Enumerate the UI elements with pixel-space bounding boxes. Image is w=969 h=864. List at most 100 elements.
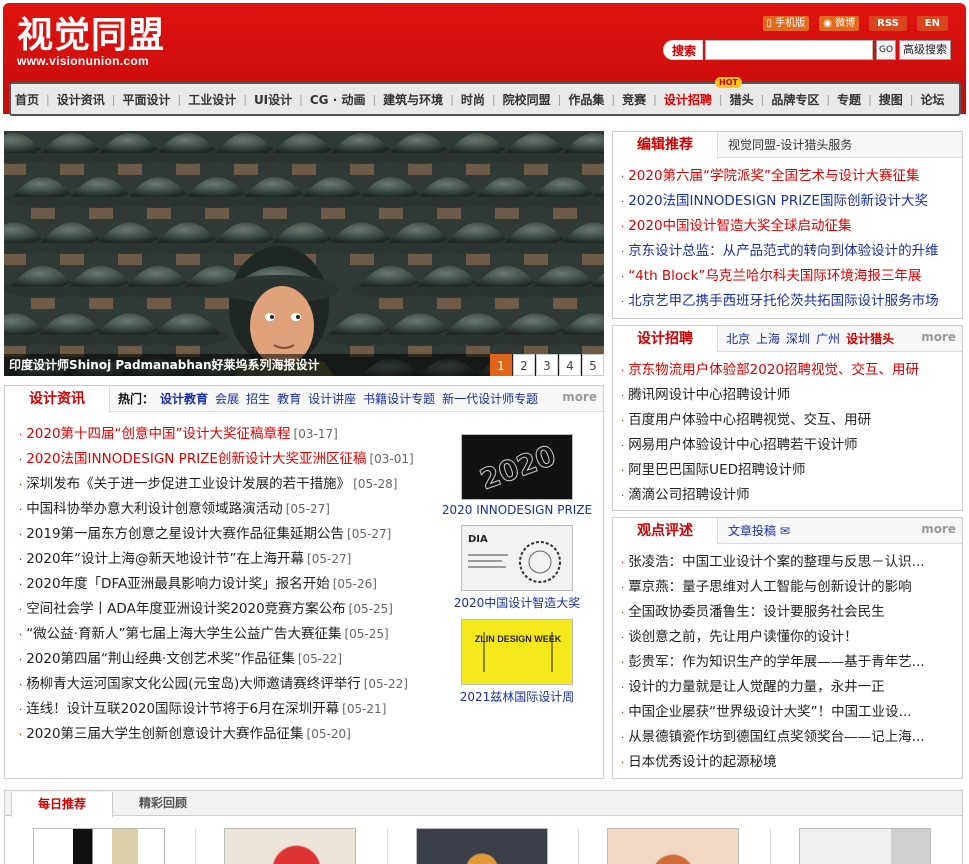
list-item[interactable]: · 2019第一届东方创意之星设计大赛作品征集延期公告 [05-27] <box>19 522 439 547</box>
list-item[interactable]: · 中国企业屡获“世界级设计大奖”！中国工业设... <box>621 700 962 725</box>
jobs-title[interactable]: 设计招聘 <box>613 326 718 353</box>
slider-page-button[interactable]: 1 <box>490 354 512 376</box>
list-item[interactable]: · 2020年“设计上海@新天地设计节”在上海开幕 [05-27] <box>19 547 439 572</box>
thumb-caption[interactable]: 2021兹林国际设计周 <box>435 688 599 705</box>
list-item-title[interactable]: “微公益·育新人”第七届上海大学生公益广告大赛征集 <box>26 626 341 642</box>
list-item-title[interactable]: 2020第十四届“创意中国”设计大奖征稿章程 <box>26 426 290 442</box>
list-item-title[interactable]: 设计的力量就是让人觉醒的力量，永井一正 <box>628 679 885 695</box>
nav-item[interactable]: 专题 <box>837 91 861 108</box>
list-item-title[interactable]: 百度用户体验中心招聘视觉、交互、用研 <box>628 412 871 428</box>
list-item-title[interactable]: 深圳发布《关于进一步促进工业设计发展的若干措施》 <box>26 476 350 492</box>
city-link[interactable]: 上海 <box>756 332 780 346</box>
list-item[interactable]: · 杨柳青大运河国家文化公园(元宝岛)大师邀请赛终评举行 [05-22] <box>19 672 439 697</box>
hot-tag[interactable]: 教育 <box>277 392 301 406</box>
nav-item[interactable]: 设计招聘 <box>664 91 712 108</box>
opinion-title[interactable]: 观点评述 <box>613 518 718 545</box>
list-item-title[interactable]: 2020年度「DFA亚洲最具影响力设计奖」报名开始 <box>26 576 330 592</box>
nav-item[interactable]: 院校同盟 <box>503 91 551 108</box>
hot-tag[interactable]: 新一代设计师专题 <box>442 392 538 406</box>
mobile-version-link[interactable]: ▯ 手机版 <box>762 16 810 31</box>
search-go-button[interactable]: GO <box>876 40 897 60</box>
thumb-caption[interactable]: 2020 INNODESIGN PRIZE <box>435 503 599 517</box>
list-item[interactable]: · 京东设计总监：从产品范式的转向到体验设计的升维 <box>621 239 962 264</box>
nav-item[interactable]: 平面设计 <box>122 91 170 108</box>
nav-item[interactable]: 论坛 <box>921 91 945 108</box>
list-item-title[interactable]: 腾讯网设计中心招聘设计师 <box>628 387 790 403</box>
list-item-title[interactable]: 覃京燕：量子思维对人工智能与创新设计的影响 <box>628 579 912 595</box>
list-item[interactable]: · 空间社会学丨ADA年度亚洲设计奖2020竞赛方案公布 [05-25] <box>19 597 439 622</box>
list-item-title[interactable]: 全国政协委员潘鲁生：设计要服务社会民生 <box>628 604 885 620</box>
news-more-link[interactable]: more <box>562 390 597 404</box>
weibo-link[interactable]: ◉ 微博 <box>819 16 860 31</box>
list-item[interactable]: · 阿里巴巴国际UED招聘设计师 <box>621 458 962 483</box>
list-item-title[interactable]: 张凌浩：中国工业设计个案的整理与反思－认识... <box>628 554 924 570</box>
thumb-zlin[interactable]: ZLIN DESIGN WEEK 2021兹林国际设计周 <box>435 619 599 705</box>
list-item-title[interactable]: 滴滴公司招聘设计师 <box>628 487 750 503</box>
pick-item[interactable] <box>388 828 580 864</box>
list-item-title[interactable]: 谈创意之前，先让用户读懂你的设计！ <box>628 629 858 645</box>
nav-item[interactable]: CG · 动画 <box>310 91 366 108</box>
list-item[interactable]: · 全国政协委员潘鲁生：设计要服务社会民生 <box>621 600 962 625</box>
list-item[interactable]: · 京东物流用户体验部2020招聘视觉、交互、用研 <box>621 358 962 383</box>
list-item-title[interactable]: 彭贵军：作为知识生产的学年展——基于青年艺... <box>628 654 924 670</box>
list-item[interactable]: · 从景德镇瓷作坊到德国红点奖领奖台——记上海... <box>621 725 962 750</box>
list-item[interactable]: · 设计的力量就是让人觉醒的力量，永井一正 <box>621 675 962 700</box>
nav-item[interactable]: 工业设计 <box>188 91 236 108</box>
list-item[interactable]: · 深圳发布《关于进一步促进工业设计发展的若干措施》 [05-28] <box>19 472 439 497</box>
hot-tag[interactable]: 招生 <box>246 392 270 406</box>
list-item-title[interactable]: 2020第六届“学院派奖”全国艺术与设计大赛征集 <box>628 168 919 184</box>
list-item[interactable]: · 2020法国INNODESIGN PRIZE创新设计大奖亚洲区征稿 [03-01… <box>19 447 439 472</box>
list-item-title[interactable]: 京东物流用户体验部2020招聘视觉、交互、用研 <box>628 362 919 378</box>
list-item[interactable]: · 2020年度「DFA亚洲最具影响力设计奖」报名开始 [05-26] <box>19 572 439 597</box>
hot-tag[interactable]: 设计教育 <box>160 392 208 406</box>
list-item[interactable]: · 2020法国INNODESIGN PRIZE国际创新设计大奖 <box>621 189 962 214</box>
city-link[interactable]: 广州 <box>816 332 840 346</box>
list-item[interactable]: · 彭贵军：作为知识生产的学年展——基于青年艺... <box>621 650 962 675</box>
nav-item[interactable]: 设计资讯 <box>57 91 105 108</box>
list-item-title[interactable]: 2020法国INNODESIGN PRIZE创新设计大奖亚洲区征稿 <box>26 451 366 467</box>
nav-item[interactable]: 时尚 <box>461 91 485 108</box>
list-item-title[interactable]: 2020第四届“荆山经典·文创艺术奖”作品征集 <box>26 651 295 667</box>
list-item-title[interactable]: 北京艺甲乙携手西班牙托伦茨共拓国际设计服务市场 <box>628 293 939 309</box>
list-item-title[interactable]: 2019第一届东方创意之星设计大赛作品征集延期公告 <box>26 526 344 542</box>
thumb-caption[interactable]: 2020中国设计智造大奖 <box>435 594 599 611</box>
slider-page-button[interactable]: 2 <box>513 354 535 376</box>
nav-item[interactable]: 品牌专区 <box>771 91 819 108</box>
list-item-title[interactable]: 网易用户体验设计中心招聘若干设计师 <box>628 437 858 453</box>
list-item[interactable]: · 北京艺甲乙携手西班牙托伦茨共拓国际设计服务市场 <box>621 289 962 314</box>
city-link[interactable]: 深圳 <box>786 332 810 346</box>
nav-item[interactable]: 首页 <box>15 91 39 108</box>
nav-item[interactable]: 搜图 <box>879 91 903 108</box>
nav-item[interactable]: UI设计 <box>254 91 292 108</box>
hot-tag[interactable]: 设计讲座 <box>308 392 356 406</box>
list-item[interactable]: · 2020第四届“荆山经典·文创艺术奖”作品征集 [05-22] <box>19 647 439 672</box>
list-item[interactable]: · 连线！设计互联2020国际设计节将于6月在深圳开幕 [05-21] <box>19 697 439 722</box>
submit-article-link[interactable]: 文章投稿 ✉ <box>728 522 790 539</box>
pick-item[interactable] <box>579 828 771 864</box>
english-link[interactable]: EN <box>916 16 948 31</box>
opinion-more-link[interactable]: more <box>921 522 956 536</box>
nav-item[interactable]: 猎头 <box>730 91 754 108</box>
list-item[interactable]: · 网易用户体验设计中心招聘若干设计师 <box>621 433 962 458</box>
feature-slider[interactable]: 印度设计师Shinoj Padmanabhan好莱坞系列海报设计 12345 <box>4 131 604 376</box>
headhunting-service-link[interactable]: 视觉同盟-设计猎头服务 <box>728 136 852 153</box>
pick-item[interactable] <box>196 828 388 864</box>
advanced-search-button[interactable]: 高级搜索 <box>899 40 952 60</box>
list-item[interactable]: · 2020第三届大学生创新创意设计大赛作品征集 [05-20] <box>19 722 439 747</box>
tab-highlights[interactable]: 精彩回顾 <box>113 791 213 815</box>
pick-item[interactable] <box>5 828 197 864</box>
editor-picks-title[interactable]: 编辑推荐 <box>613 132 718 159</box>
list-item[interactable]: · 中国科协举办意大利设计创意领域路演活动 [05-27] <box>19 497 439 522</box>
list-item[interactable]: · 腾讯网设计中心招聘设计师 <box>621 383 962 408</box>
hot-tag[interactable]: 会展 <box>215 392 239 406</box>
jobs-more-link[interactable]: more <box>921 330 956 344</box>
list-item-title[interactable]: 杨柳青大运河国家文化公园(元宝岛)大师邀请赛终评举行 <box>26 676 361 692</box>
list-item[interactable]: · “4th Block”乌克兰哈尔科夫国际环境海报三年展 <box>621 264 962 289</box>
list-item-title[interactable]: 从景德镇瓷作坊到德国红点奖领奖台——记上海... <box>628 729 924 745</box>
list-item[interactable]: · 谈创意之前，先让用户读懂你的设计！ <box>621 625 962 650</box>
nav-item[interactable]: 建筑与环境 <box>383 91 443 108</box>
nav-item[interactable]: 竞赛 <box>622 91 646 108</box>
list-item[interactable]: · “微公益·育新人”第七届上海大学生公益广告大赛征集 [05-25] <box>19 622 439 647</box>
design-news-title[interactable]: 设计资讯 <box>5 386 110 413</box>
list-item-title[interactable]: 连线！设计互联2020国际设计节将于6月在深圳开幕 <box>26 701 339 717</box>
